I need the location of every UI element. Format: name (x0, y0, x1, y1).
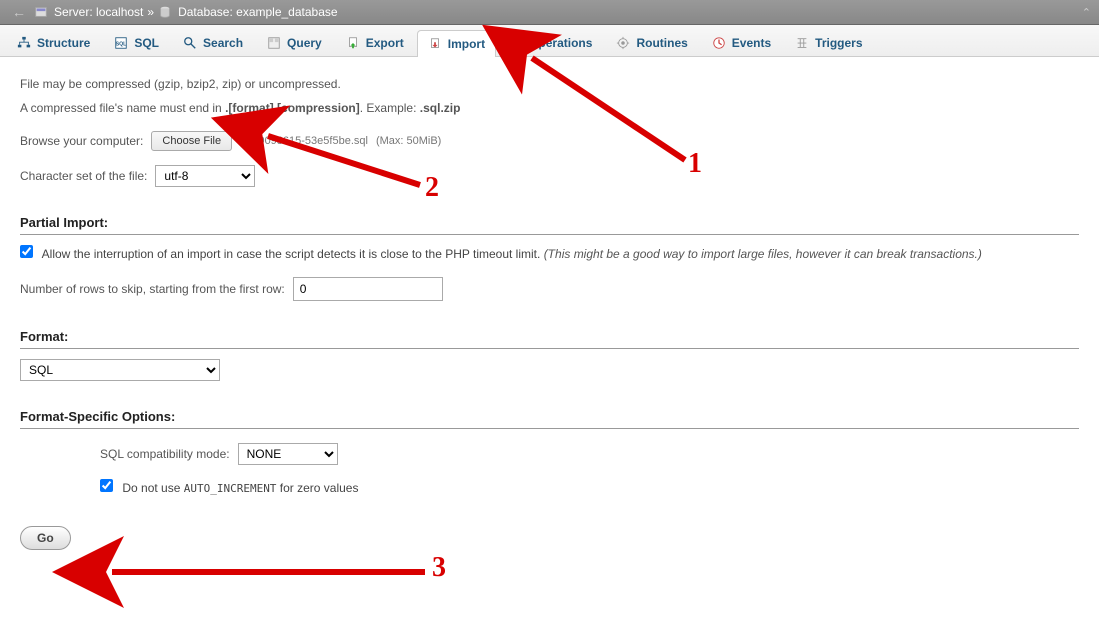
server-icon (34, 5, 50, 20)
compat-select[interactable]: NONE (238, 443, 338, 465)
compat-row: SQL compatibility mode: NONE (100, 443, 1079, 465)
go-button[interactable]: Go (20, 526, 71, 550)
browse-label: Browse your computer: (20, 134, 143, 148)
skip-rows-label: Number of rows to skip, starting from th… (20, 282, 285, 296)
format-options-heading: Format-Specific Options: (20, 409, 1079, 429)
allow-interrupt-label: Allow the interruption of an import in c… (42, 247, 544, 261)
tab-operations[interactable]: Operations (498, 29, 603, 56)
compat-label: SQL compatibility mode: (100, 447, 230, 461)
charset-label: Character set of the file: (20, 169, 147, 183)
sql-icon: SQL (114, 36, 128, 50)
charset-select[interactable]: utf-8 (155, 165, 255, 187)
allow-interrupt-row: Allow the interruption of an import in c… (20, 245, 1079, 263)
server-link[interactable]: Server: localhost (54, 5, 143, 19)
breadcrumb-bar: ← Server: localhost » Database: example_… (0, 0, 1099, 25)
collapse-icon[interactable]: ⌃ (1082, 6, 1091, 19)
breadcrumb-separator: » (147, 5, 154, 19)
import-panel: File may be compressed (gzip, bzip2, zip… (0, 57, 1099, 562)
annotation-label-2: 2 (425, 172, 439, 204)
auto-increment-checkbox[interactable] (100, 479, 113, 492)
tab-export[interactable]: Export (335, 29, 415, 56)
events-icon (712, 36, 726, 50)
tab-sql[interactable]: SQL SQL (103, 29, 170, 56)
svg-text:SQL: SQL (116, 42, 128, 48)
partial-import-heading: Partial Import: (20, 215, 1079, 235)
chosen-file-name: 1399098615-53e5f5be.sql (240, 135, 368, 147)
triggers-icon (795, 36, 809, 50)
annotation-label-3: 3 (432, 552, 446, 584)
desc-line-1: File may be compressed (gzip, bzip2, zip… (20, 75, 1079, 93)
tab-triggers[interactable]: Triggers (784, 29, 873, 56)
database-icon (158, 5, 174, 20)
tab-bar: Structure SQL SQL Search Query Export Im… (0, 25, 1099, 57)
tab-search[interactable]: Search (172, 29, 254, 56)
charset-row: Character set of the file: utf-8 (20, 165, 1079, 187)
max-size-label: (Max: 50MiB) (376, 135, 441, 147)
back-arrow-icon[interactable]: ← (8, 4, 30, 20)
tab-import[interactable]: Import (417, 30, 496, 57)
tab-query[interactable]: Query (256, 29, 333, 56)
operations-icon (509, 36, 523, 50)
browse-row: Browse your computer: Choose File 139909… (20, 131, 1079, 151)
tab-structure[interactable]: Structure (6, 29, 101, 56)
skip-rows-row: Number of rows to skip, starting from th… (20, 277, 1079, 301)
skip-rows-input[interactable] (293, 277, 443, 301)
format-heading: Format: (20, 329, 1079, 349)
allow-interrupt-checkbox[interactable] (20, 245, 33, 258)
query-icon (267, 36, 281, 50)
desc-line-2: A compressed file's name must end in .[f… (20, 99, 1079, 117)
tab-routines[interactable]: Routines (605, 29, 698, 56)
annotation-label-1: 1 (688, 148, 702, 180)
format-select[interactable]: SQL (20, 359, 220, 381)
database-link[interactable]: Database: example_database (178, 5, 337, 19)
allow-interrupt-note: (This might be a good way to import larg… (544, 247, 982, 261)
structure-icon (17, 36, 31, 50)
routines-icon (616, 36, 630, 50)
import-icon (428, 37, 442, 51)
auto-increment-row: Do not use AUTO_INCREMENT for zero value… (100, 479, 1079, 498)
search-icon (183, 36, 197, 50)
tab-events[interactable]: Events (701, 29, 782, 56)
choose-file-button[interactable]: Choose File (151, 131, 232, 151)
export-icon (346, 36, 360, 50)
